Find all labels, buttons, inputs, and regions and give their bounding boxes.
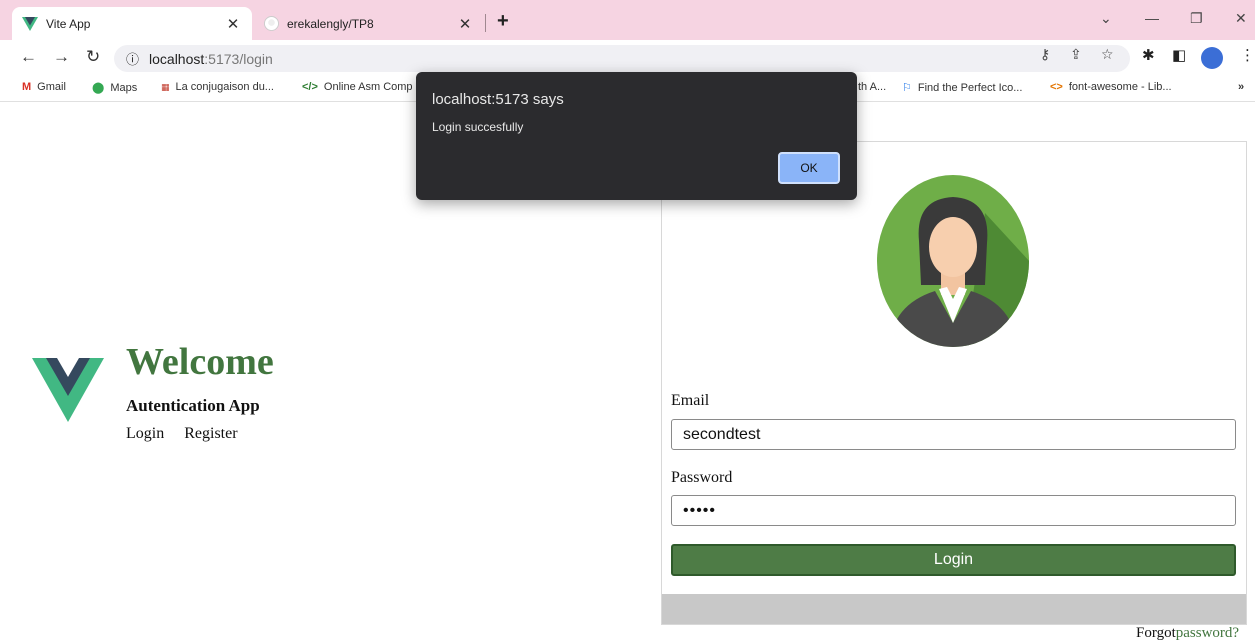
address-bar[interactable]: ⓘ localhost:5173/login <box>114 45 1130 72</box>
forward-icon[interactable]: → <box>53 47 70 67</box>
code-icon: </> <box>302 81 318 93</box>
alert-dialog: localhost:5173 says Login succesfully OK <box>416 72 857 200</box>
profile-avatar[interactable] <box>1201 47 1223 69</box>
bookmark-label: font-awesome - Lib... <box>1068 81 1172 93</box>
vue-logo <box>32 358 104 422</box>
login-link[interactable]: Login <box>126 425 164 442</box>
side-panel-icon[interactable]: ◧ <box>1172 46 1186 64</box>
tab-title: Vite App <box>46 16 91 31</box>
minimize-icon[interactable]: — <box>1145 10 1159 26</box>
site-info-icon[interactable]: ⓘ <box>126 49 139 68</box>
close-tab-icon[interactable]: ✕ <box>456 15 474 33</box>
bookmark-label: La conjugaison du... <box>175 81 274 93</box>
bookmark-partial[interactable]: th A... <box>858 81 886 93</box>
bookmark-conjugaison[interactable]: ▦ La conjugaison du... <box>161 81 274 93</box>
tab-separator <box>485 14 486 32</box>
vue-favicon-icon <box>22 16 38 31</box>
bookmark-label: Gmail <box>37 81 66 93</box>
flag-icon: ⚐ <box>902 82 912 94</box>
bookmark-maps[interactable]: ⬤ Maps <box>92 81 138 95</box>
auth-nav: Login Register <box>126 425 254 443</box>
bookmark-label: Find the Perfect Ico... <box>917 81 1023 94</box>
password-label: Password <box>671 469 733 486</box>
more-bookmarks-icon[interactable]: » <box>1238 81 1244 93</box>
code-brackets-icon: <> <box>1050 81 1063 93</box>
app-name: Autentication App <box>126 396 260 415</box>
share-icon[interactable]: ⇪ <box>1070 46 1082 63</box>
back-icon[interactable]: ← <box>20 47 37 67</box>
password-input[interactable] <box>671 495 1236 526</box>
tab-strip: Vite App ✕ erekalengly/TP8 ✕ + ⌄ — ❐ ✕ <box>0 0 1255 40</box>
email-input[interactable] <box>671 419 1236 450</box>
login-card: Email Password Login <box>661 141 1247 625</box>
forgot-password: Forgotpassword? <box>1136 625 1239 642</box>
extensions-puzzle-icon[interactable]: ✱ <box>1142 46 1155 64</box>
welcome-heading: Welcome <box>126 341 274 383</box>
menu-kebab-icon[interactable]: ⋮ <box>1240 46 1255 64</box>
site-favicon-icon: ▦ <box>161 81 170 92</box>
forgot-password-link[interactable]: password? <box>1176 625 1239 641</box>
bookmark-gmail[interactable]: M Gmail <box>22 81 66 93</box>
ok-button[interactable]: OK <box>778 152 840 184</box>
bookmark-star-icon[interactable]: ☆ <box>1101 46 1114 63</box>
bookmark-label: Online Asm Comp <box>323 81 413 93</box>
email-label: Email <box>671 392 710 409</box>
dialog-title: localhost:5173 says <box>432 91 564 108</box>
login-button[interactable]: Login <box>671 544 1236 576</box>
tab-search-chevron-icon[interactable]: ⌄ <box>1100 10 1112 27</box>
forgot-prefix: Forgot <box>1136 625 1176 641</box>
gmail-icon: M <box>22 81 32 93</box>
bookmark-online-asm[interactable]: </> Online Asm Comp <box>302 81 413 93</box>
reload-icon[interactable]: ↻ <box>86 47 100 67</box>
url-host: localhost <box>149 50 205 67</box>
tab-github-repo[interactable]: erekalengly/TP8 ✕ <box>254 7 484 40</box>
tab-vite-app[interactable]: Vite App ✕ <box>12 7 252 40</box>
user-avatar-icon <box>877 175 1029 347</box>
restore-icon[interactable]: ❐ <box>1190 10 1203 27</box>
url-path: :5173/login <box>204 50 273 67</box>
bookmark-font-awesome[interactable]: <> font-awesome - Lib... <box>1050 81 1172 93</box>
bookmark-label: Maps <box>110 81 138 94</box>
bookmark-label: th A... <box>858 81 887 93</box>
github-favicon-icon <box>264 16 279 31</box>
browser-toolbar: ← → ↻ ⓘ localhost:5173/login ⚷ ⇪ ☆ <box>0 40 1255 76</box>
bookmark-find-icon[interactable]: ⚐ Find the Perfect Ico... <box>902 81 1023 95</box>
maps-pin-icon: ⬤ <box>92 82 105 94</box>
register-link[interactable]: Register <box>184 425 237 442</box>
tab-title: erekalengly/TP8 <box>287 16 374 31</box>
dialog-message: Login succesfully <box>432 120 524 134</box>
password-key-icon[interactable]: ⚷ <box>1040 46 1050 63</box>
card-footer <box>662 594 1246 624</box>
close-window-icon[interactable]: ✕ <box>1235 10 1247 27</box>
close-tab-icon[interactable]: ✕ <box>224 15 242 33</box>
new-tab-icon[interactable]: + <box>497 10 509 33</box>
